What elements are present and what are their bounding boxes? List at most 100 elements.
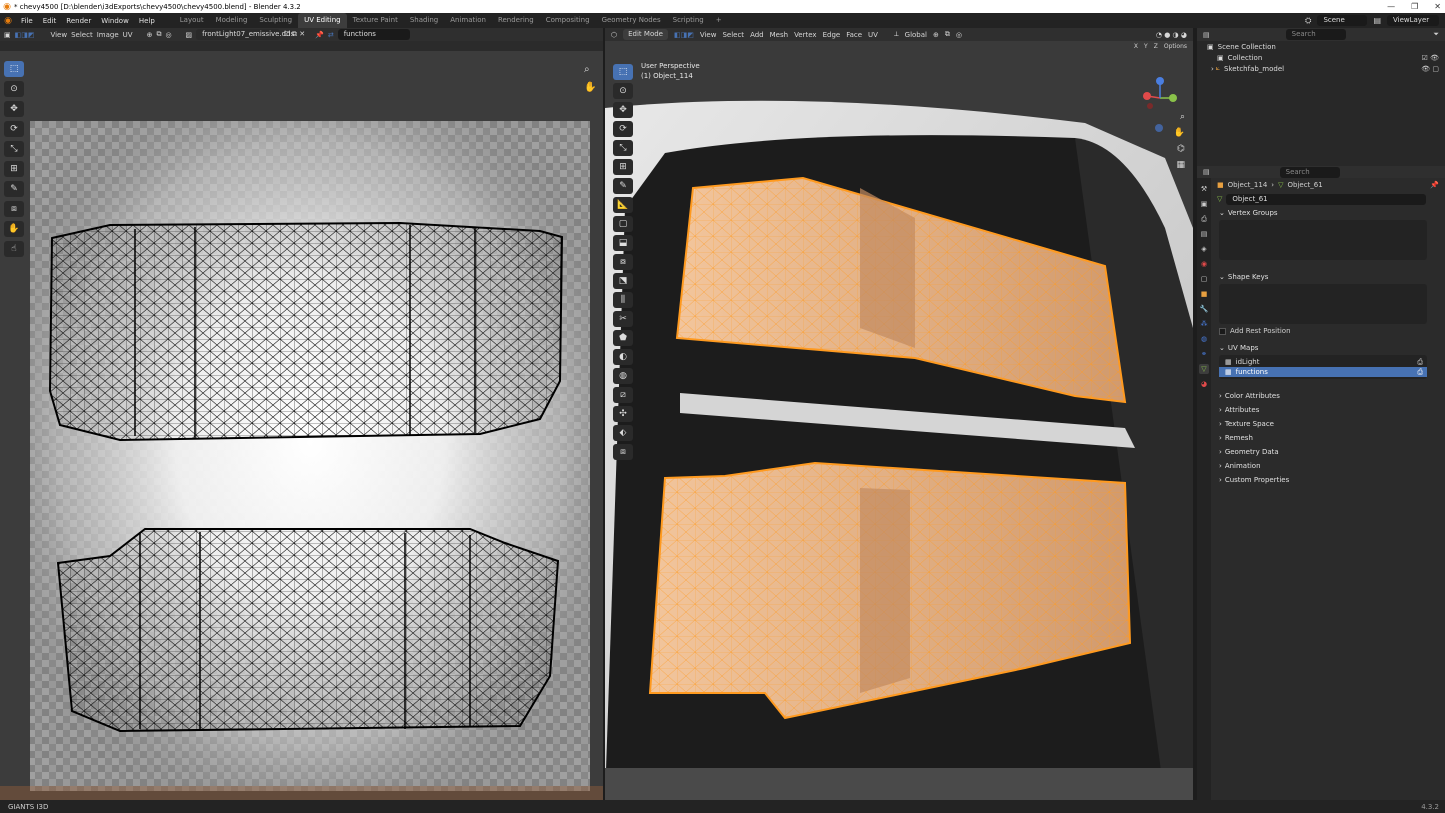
cursor-tool-icon[interactable]: ⊙ [4, 81, 24, 97]
shear-tool-icon[interactable]: ⬖ [613, 425, 633, 441]
close-icon[interactable]: ✕ [1434, 2, 1441, 11]
select-mode-icons[interactable]: ◧◨◩ [15, 31, 35, 39]
tab-shading[interactable]: Shading [404, 13, 444, 28]
smooth-tool-icon[interactable]: ◍ [613, 368, 633, 384]
scene-tab-icon[interactable]: ◈ [1199, 244, 1209, 254]
select-box-tool-icon[interactable]: ⬚ [4, 61, 24, 77]
tab-compositing[interactable]: Compositing [540, 13, 596, 28]
scale-tool-icon[interactable]: ⤡ [613, 140, 633, 156]
annotate-tool-icon[interactable]: ✎ [613, 178, 633, 194]
properties-search[interactable]: Search [1279, 166, 1340, 178]
world-tab-icon[interactable]: ◉ [1199, 259, 1209, 269]
rotate-tool-icon[interactable]: ⟳ [613, 121, 633, 137]
output-tab-icon[interactable]: ⎙ [1199, 214, 1209, 224]
relax-tool-icon[interactable]: ☝ [4, 241, 24, 257]
minimize-icon[interactable]: — [1387, 2, 1395, 11]
rip-tool-icon[interactable]: ⧈ [613, 444, 633, 460]
menu-edit[interactable]: Edit [38, 17, 62, 25]
rip-tool-icon[interactable]: ⧈ [4, 201, 24, 217]
grab-tool-icon[interactable]: ✋ [4, 221, 24, 237]
tab-scripting[interactable]: Scripting [667, 13, 710, 28]
tool-tab-icon[interactable]: ⚒ [1199, 184, 1209, 194]
pivot-icon[interactable]: ⊕ [147, 31, 153, 39]
select-mode-icons[interactable]: ◧◨◩ [674, 31, 694, 39]
material-tab-icon[interactable]: ◕ [1199, 379, 1209, 389]
vp-menu-edge[interactable]: Edge [823, 31, 841, 39]
edge-slide-tool-icon[interactable]: ⧄ [613, 387, 633, 403]
camera-icon[interactable]: ⌬ [1177, 144, 1185, 154]
filter-icon[interactable]: ⏷ [1433, 30, 1439, 39]
axis-x-toggle[interactable]: X [1134, 43, 1138, 50]
perspective-icon[interactable]: ▦ [1176, 160, 1185, 170]
panel-uv-maps[interactable]: ⌄ UV Maps [1213, 341, 1445, 355]
maximize-icon[interactable]: ❐ [1411, 2, 1418, 11]
vp-menu-face[interactable]: Face [846, 31, 862, 39]
loop-cut-tool-icon[interactable]: ⫼ [613, 292, 633, 308]
uv-menu-uv[interactable]: UV [123, 31, 133, 39]
uv-canvas[interactable] [0, 51, 603, 800]
panel-attributes[interactable]: › Attributes [1213, 403, 1445, 417]
outliner-scene-collection[interactable]: ▣ Scene Collection [1197, 41, 1445, 52]
image-name-field[interactable]: frontLight07_emissive.dds [196, 29, 294, 40]
constraints-tab-icon[interactable]: ⚭ [1199, 349, 1209, 359]
uv-menu-view[interactable]: View [50, 31, 67, 39]
add-rest-position-row[interactable]: Add Rest Position [1213, 324, 1445, 338]
menu-window[interactable]: Window [96, 17, 134, 25]
properties-editor-icon[interactable]: ▤ [1203, 168, 1210, 176]
inset-tool-icon[interactable]: ⧇ [613, 254, 633, 270]
tab-uv-editing[interactable]: UV Editing [298, 13, 347, 28]
vertex-groups-list[interactable] [1219, 220, 1427, 260]
move-tool-icon[interactable]: ✥ [613, 102, 633, 118]
rotate-tool-icon[interactable]: ⟳ [4, 121, 24, 137]
tab-rendering[interactable]: Rendering [492, 13, 540, 28]
menu-file[interactable]: File [16, 17, 38, 25]
shading-icons[interactable]: ◔ ● ◑ ◕ [1156, 31, 1187, 39]
proportional-icon[interactable]: ◎ [165, 31, 171, 39]
panel-geometry-data[interactable]: › Geometry Data [1213, 445, 1445, 459]
vp-menu-add[interactable]: Add [750, 31, 764, 39]
transform-tool-icon[interactable]: ⊞ [4, 161, 24, 177]
visibility-icon[interactable]: ☑ 👁 [1422, 54, 1439, 62]
knife-tool-icon[interactable]: ✂ [613, 311, 633, 327]
shape-keys-list[interactable] [1219, 284, 1427, 324]
view-layer-tab-icon[interactable]: ▤ [1199, 229, 1209, 239]
uv-menu-image[interactable]: Image [97, 31, 119, 39]
navigation-gizmo[interactable] [1135, 76, 1185, 136]
tab-sculpting[interactable]: Sculpting [253, 13, 298, 28]
mesh-name-field[interactable]: Object_61 [1226, 193, 1427, 205]
vp-menu-uv[interactable]: UV [868, 31, 878, 39]
menu-render[interactable]: Render [61, 17, 96, 25]
axis-y-toggle[interactable]: Y [1144, 43, 1148, 50]
uv-map-item[interactable]: ▦ idLight ⎙ [1219, 357, 1427, 367]
panel-remesh[interactable]: › Remesh [1213, 431, 1445, 445]
tab-geometry-nodes[interactable]: Geometry Nodes [596, 13, 667, 28]
scale-tool-icon[interactable]: ⤡ [4, 141, 24, 157]
zoom-icon[interactable]: ⌕ [584, 64, 590, 75]
sync-icon[interactable]: ⇄ [328, 31, 334, 39]
render-tab-icon[interactable]: ▣ [1199, 199, 1209, 209]
snap-icon[interactable]: ⧉ [156, 30, 161, 39]
panel-shape-keys[interactable]: ⌄ Shape Keys [1213, 270, 1445, 284]
expand-icon[interactable]: › [1211, 65, 1214, 73]
object-tab-icon[interactable]: ■ [1199, 289, 1209, 299]
data-tab-icon[interactable]: ▽ [1199, 364, 1209, 374]
pivot-icon[interactable]: ⊕ [933, 31, 939, 39]
outliner-search[interactable]: Search [1285, 29, 1346, 40]
3d-viewport[interactable]: ⬡ Edit Mode ◧◨◩ View Select Add Mesh Ver… [605, 28, 1193, 800]
transform-tool-icon[interactable]: ⊞ [613, 159, 633, 175]
spin-tool-icon[interactable]: ◐ [613, 349, 633, 365]
image-actions-icons[interactable]: ⧠ ⧉ ✕ [284, 30, 305, 39]
tab-modeling[interactable]: Modeling [210, 13, 254, 28]
pan-icon[interactable]: ✋ [584, 82, 596, 93]
snap-icon[interactable]: ⧉ [945, 30, 950, 39]
tab-animation[interactable]: Animation [444, 13, 492, 28]
options-dropdown[interactable]: Options [1164, 43, 1187, 50]
select-box-tool-icon[interactable]: ⬚ [613, 64, 633, 80]
axis-z-toggle[interactable]: Z [1154, 43, 1158, 50]
editor-type-icon[interactable]: ▣ [4, 31, 11, 39]
vp-menu-view[interactable]: View [700, 31, 717, 39]
outliner-collection[interactable]: ▣ Collection ☑ 👁 [1197, 52, 1445, 63]
panel-texture-space[interactable]: › Texture Space [1213, 417, 1445, 431]
vp-menu-select[interactable]: Select [722, 31, 744, 39]
tab-texture-paint[interactable]: Texture Paint [347, 13, 404, 28]
